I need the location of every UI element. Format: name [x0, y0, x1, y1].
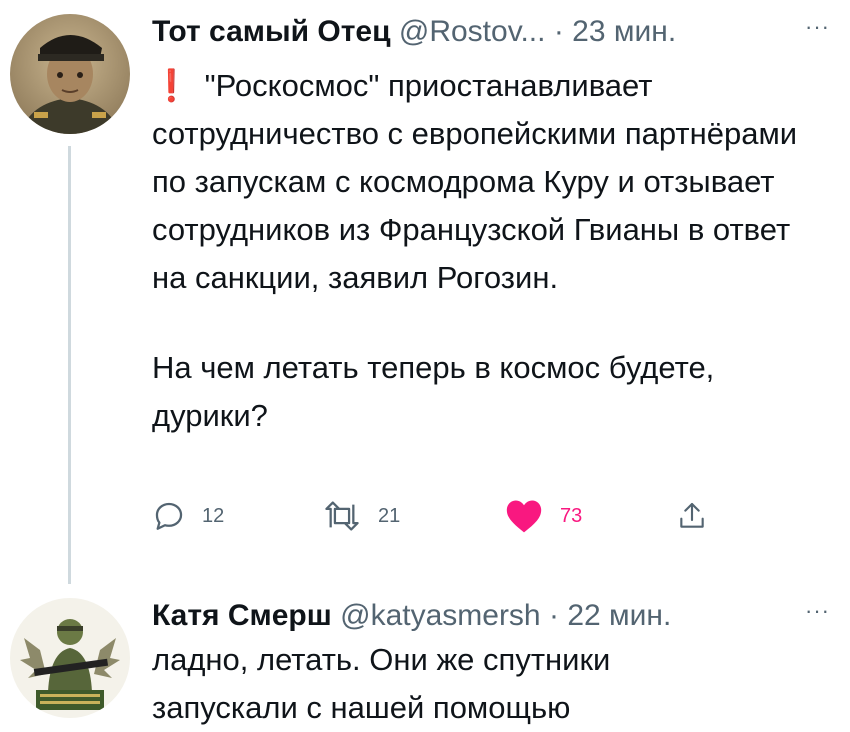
tweet-text: ладно, летать. Они же спутники запускали…: [152, 636, 752, 732]
share-button[interactable]: [676, 496, 708, 536]
display-name[interactable]: Катя Смерш: [152, 599, 332, 632]
handle[interactable]: @katyasmersh: [340, 599, 541, 632]
more-icon[interactable]: ···: [805, 14, 830, 40]
thread-line: [68, 146, 71, 584]
tweet-header: Катя Смерш @katyasmersh · 22 мин.: [152, 598, 671, 634]
tweet-paragraph: ❗ "Роскосмос" приостанавливает сотрудниче…: [152, 68, 798, 295]
retweet-icon: [325, 501, 359, 531]
like-count: 73: [560, 504, 583, 527]
timestamp[interactable]: 23 мин.: [572, 15, 676, 48]
avatar[interactable]: [10, 14, 130, 134]
tweet-actions: 12 21 73: [152, 496, 752, 536]
tweet-paragraph: На чем летать теперь в космос будете, ду…: [152, 350, 715, 433]
separator: ·: [553, 15, 564, 48]
reply-icon: [155, 502, 183, 530]
reply-button[interactable]: 12: [152, 496, 224, 536]
retweet-count: 21: [378, 504, 401, 527]
handle[interactable]: @Rostov...: [399, 15, 546, 48]
reply-count: 12: [202, 504, 225, 527]
display-name[interactable]: Тот самый Отец: [152, 15, 391, 48]
tweet-text: ❗ "Роскосмос" приостанавливает сотрудниче…: [152, 62, 832, 440]
tweet-header: Тот самый Отец @Rostov... · 23 мин.: [152, 14, 676, 50]
separator: ·: [548, 599, 559, 632]
tweet-paragraph: ладно, летать. Они же спутники запускали…: [152, 642, 611, 725]
heart-icon: [506, 500, 542, 533]
like-button[interactable]: 73: [504, 496, 582, 536]
alert-icon: ❗: [152, 68, 191, 103]
timestamp[interactable]: 22 мин.: [567, 599, 671, 632]
avatar[interactable]: [10, 598, 130, 718]
share-icon: [680, 502, 704, 528]
retweet-button[interactable]: 21: [322, 496, 400, 536]
more-icon[interactable]: ···: [805, 598, 830, 624]
